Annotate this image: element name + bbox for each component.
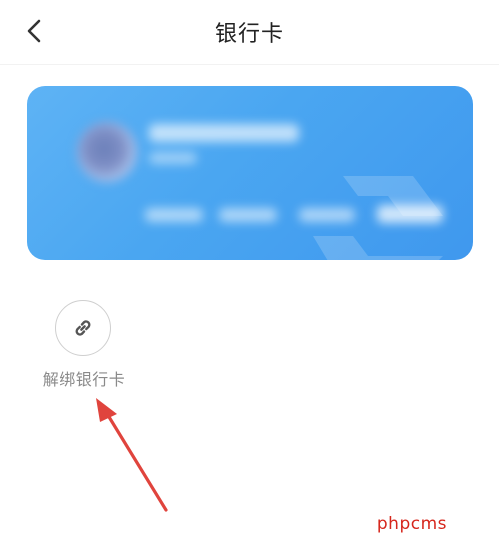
card-number-group-1-redacted [145, 208, 203, 222]
bank-card-page: 银行卡 解绑银行卡 phpcms [0, 0, 499, 543]
site-watermark: phpcms [376, 514, 447, 534]
card-number-group-4-redacted [377, 205, 443, 223]
bank-card[interactable] [27, 86, 473, 260]
annotation-arrow-icon [96, 398, 168, 512]
card-number-group-3-redacted [299, 208, 355, 222]
card-bank-name-redacted [149, 124, 299, 142]
bank-logo-icon [77, 122, 137, 182]
card-number-group-2-redacted [219, 208, 277, 222]
unbind-card-button[interactable]: 解绑银行卡 [36, 300, 132, 390]
unbind-card-label: 解绑银行卡 [42, 370, 126, 389]
link-icon [75, 320, 91, 336]
card-type-redacted [149, 152, 197, 164]
unbind-icon-circle [55, 300, 111, 356]
nav-header: 银行卡 [0, 0, 499, 65]
page-title: 银行卡 [214, 22, 284, 47]
